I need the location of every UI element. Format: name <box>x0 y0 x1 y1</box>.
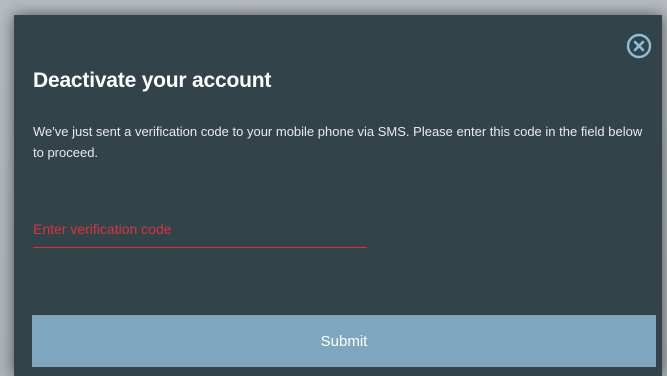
verification-code-input[interactable] <box>33 215 367 248</box>
deactivate-account-dialog: Deactivate your account We've just sent … <box>14 15 662 376</box>
submit-button[interactable]: Submit <box>32 315 656 367</box>
close-circle-icon <box>626 33 652 59</box>
verification-code-field <box>33 215 367 248</box>
dialog-message: We've just sent a verification code to y… <box>33 124 643 160</box>
dialog-title: Deactivate your account <box>33 69 272 92</box>
close-button[interactable] <box>626 33 652 59</box>
